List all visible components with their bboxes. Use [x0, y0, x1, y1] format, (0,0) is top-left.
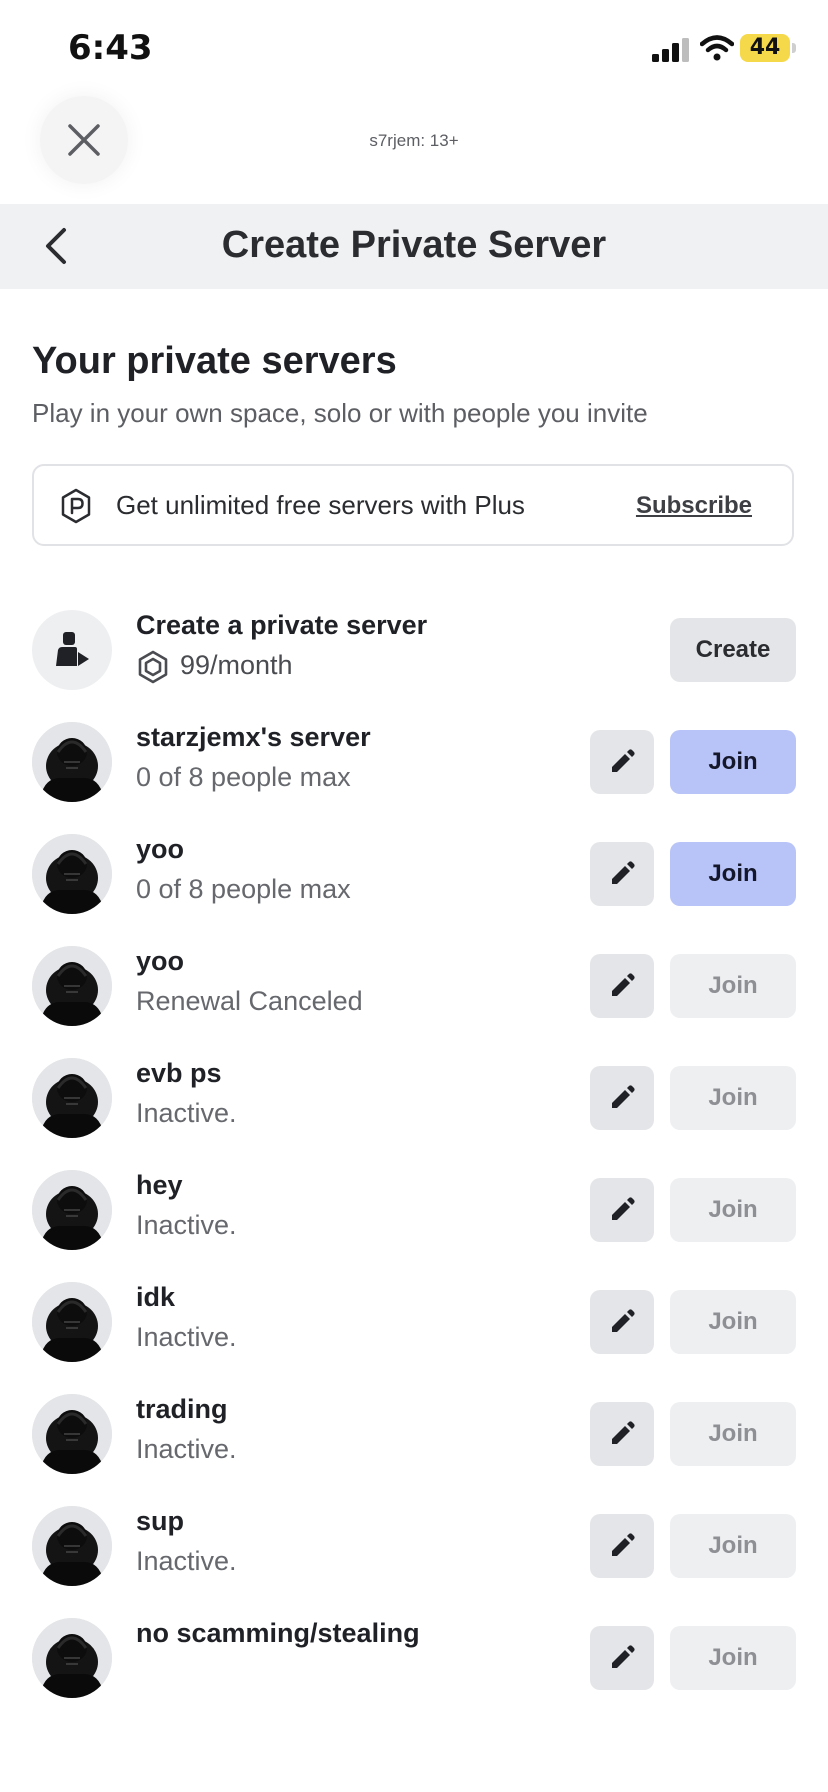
edit-server-button[interactable]	[590, 1178, 654, 1242]
pencil-icon	[612, 1421, 635, 1444]
edit-server-button[interactable]	[590, 1626, 654, 1690]
create-server-title: Create a private server	[136, 610, 428, 640]
pencil-icon	[612, 1197, 635, 1220]
join-button[interactable]: Join	[670, 1626, 796, 1690]
server-owner-avatar	[32, 1618, 112, 1698]
person-play-icon	[56, 632, 89, 666]
server-name: yoo	[136, 946, 185, 976]
close-button[interactable]	[40, 96, 128, 184]
server-name: no scamming/stealing	[136, 1618, 420, 1648]
server-owner-avatar	[32, 1394, 112, 1474]
create-server-avatar	[32, 610, 112, 690]
pencil-icon	[612, 1309, 635, 1332]
server-owner-avatar	[32, 722, 112, 802]
edit-server-button[interactable]	[590, 954, 654, 1018]
server-row[interactable]: trading Inactive. Join	[0, 1384, 828, 1484]
server-status: Inactive.	[136, 1546, 237, 1576]
server-status: Inactive.	[136, 1098, 237, 1128]
battery-cap	[792, 43, 796, 53]
server-name: yoo	[136, 834, 185, 864]
create-server-row: Create a private server 99/month Create	[0, 600, 828, 700]
server-name: hey	[136, 1170, 183, 1200]
subscribe-link[interactable]: Subscribe	[636, 492, 752, 520]
server-row[interactable]: yoo 0 of 8 people max Join	[0, 824, 828, 924]
server-name: starzjemx's server	[136, 722, 371, 752]
status-bar: 6:43 44	[0, 0, 828, 96]
server-row[interactable]: hey Inactive. Join	[0, 1160, 828, 1260]
pencil-icon	[612, 861, 635, 884]
create-button[interactable]: Create	[670, 618, 796, 682]
page-header: Create Private Server	[0, 204, 828, 289]
server-owner-avatar	[32, 1282, 112, 1362]
join-button[interactable]: Join	[670, 730, 796, 794]
server-status: Inactive.	[136, 1434, 237, 1464]
server-row[interactable]: sup Inactive. Join	[0, 1496, 828, 1596]
join-button[interactable]: Join	[670, 1178, 796, 1242]
server-owner-avatar	[32, 1506, 112, 1586]
cellular-signal-icon	[652, 38, 689, 62]
server-row[interactable]: starzjemx's server 0 of 8 people max Join	[0, 712, 828, 812]
page-title: Create Private Server	[221, 224, 607, 266]
server-status: Renewal Canceled	[136, 986, 363, 1016]
pencil-icon	[612, 1085, 635, 1108]
pencil-icon	[612, 1533, 635, 1556]
plus-banner[interactable]: Get unlimited free servers with Plus Sub…	[32, 464, 794, 546]
server-status: Inactive.	[136, 1322, 237, 1352]
robux-icon	[138, 650, 168, 684]
pencil-icon	[612, 749, 635, 772]
wifi-icon	[700, 35, 734, 61]
server-name: idk	[136, 1282, 176, 1312]
plus-logo-icon	[61, 488, 91, 524]
server-status: 0 of 8 people max	[136, 874, 351, 904]
pencil-icon	[612, 973, 635, 996]
section-title: Your private servers	[32, 340, 397, 382]
server-name: evb ps	[136, 1058, 222, 1088]
edit-server-button[interactable]	[590, 1290, 654, 1354]
edit-server-button[interactable]	[590, 1514, 654, 1578]
edit-server-button[interactable]	[590, 730, 654, 794]
server-owner-avatar	[32, 946, 112, 1026]
server-row[interactable]: no scamming/stealing Join	[0, 1608, 828, 1708]
battery-level: 44	[749, 35, 781, 60]
server-name: trading	[136, 1394, 228, 1424]
server-name: sup	[136, 1506, 185, 1536]
experience-title: s7rjem: 13+	[369, 131, 459, 150]
join-button[interactable]: Join	[670, 1514, 796, 1578]
edit-server-button[interactable]	[590, 842, 654, 906]
section-subtitle: Play in your own space, solo or with peo…	[32, 398, 648, 428]
server-owner-avatar	[32, 834, 112, 914]
server-row[interactable]: evb ps Inactive. Join	[0, 1048, 828, 1148]
join-button[interactable]: Join	[670, 1402, 796, 1466]
edit-server-button[interactable]	[590, 1402, 654, 1466]
server-owner-avatar	[32, 1058, 112, 1138]
battery-icon: 44	[740, 34, 790, 62]
join-button[interactable]: Join	[670, 1290, 796, 1354]
plus-banner-text: Get unlimited free servers with Plus	[116, 490, 525, 520]
edit-server-button[interactable]	[590, 1066, 654, 1130]
join-button[interactable]: Join	[670, 842, 796, 906]
server-owner-avatar	[32, 1170, 112, 1250]
pencil-icon	[612, 1645, 635, 1668]
close-icon	[68, 124, 100, 156]
server-status: Inactive.	[136, 1210, 237, 1240]
status-time: 6:43	[68, 28, 153, 68]
server-status: 0 of 8 people max	[136, 762, 351, 792]
create-server-price: 99/month	[180, 650, 293, 680]
join-button[interactable]: Join	[670, 1066, 796, 1130]
server-row[interactable]: idk Inactive. Join	[0, 1272, 828, 1372]
join-button[interactable]: Join	[670, 954, 796, 1018]
server-row[interactable]: yoo Renewal Canceled Join	[0, 936, 828, 1036]
